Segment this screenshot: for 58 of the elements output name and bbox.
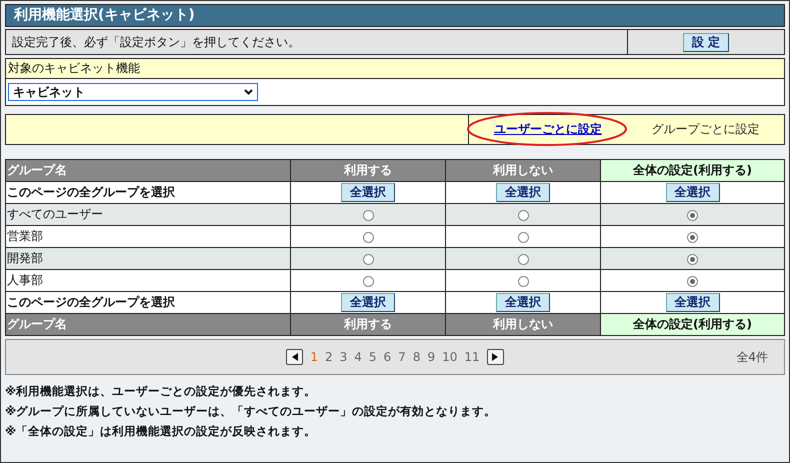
select-all-button[interactable]: 全選択 bbox=[496, 293, 550, 312]
column-header: 利用する bbox=[290, 314, 446, 336]
column-header: グループ名 bbox=[6, 314, 290, 336]
select-all-button[interactable]: 全選択 bbox=[496, 183, 550, 202]
radio-button[interactable] bbox=[518, 232, 528, 243]
row-label: このページの全グループを選択 bbox=[6, 292, 290, 314]
radio-button[interactable] bbox=[518, 276, 528, 287]
note-text: ※グループに所属していないユーザーは、「すべてのユーザー」の設定が有効となります。 bbox=[5, 403, 498, 420]
page-link[interactable]: 10 bbox=[442, 350, 458, 364]
radio-button[interactable] bbox=[518, 254, 528, 265]
column-header: 利用しない bbox=[446, 314, 600, 336]
select-all-button[interactable]: 全選択 bbox=[341, 293, 395, 312]
radio-button[interactable] bbox=[362, 210, 374, 221]
select-all-button[interactable]: 全選択 bbox=[666, 183, 720, 202]
radio-button[interactable] bbox=[362, 254, 374, 265]
page-link[interactable]: 4 bbox=[354, 350, 362, 364]
group-name: 開発部 bbox=[6, 248, 290, 270]
column-header: 全体の設定(利用する) bbox=[600, 160, 784, 182]
radio-button[interactable] bbox=[687, 254, 698, 265]
radio-button[interactable] bbox=[362, 276, 374, 287]
function-select[interactable]: キャビネット bbox=[8, 83, 258, 101]
page-link[interactable]: 5 bbox=[368, 350, 377, 364]
previous-icon bbox=[292, 353, 298, 361]
radio-button[interactable] bbox=[362, 232, 374, 243]
radio-button[interactable] bbox=[687, 210, 698, 221]
save-button[interactable]: 設 定 bbox=[682, 32, 730, 52]
column-header: グループ名 bbox=[6, 160, 290, 182]
group-name: すべてのユーザー bbox=[6, 204, 290, 226]
select-all-button[interactable]: 全選択 bbox=[341, 183, 395, 202]
page-link[interactable]: 8 bbox=[412, 350, 420, 364]
next-button[interactable] bbox=[486, 349, 504, 365]
page-link[interactable]: 2 bbox=[324, 350, 333, 364]
radio-button[interactable] bbox=[518, 210, 528, 221]
select-all-button[interactable]: 全選択 bbox=[666, 293, 720, 312]
page-link[interactable]: 1 bbox=[310, 350, 318, 364]
group-name: 人事部 bbox=[6, 270, 290, 292]
column-header: 利用する bbox=[290, 160, 446, 182]
radio-button[interactable] bbox=[687, 276, 698, 287]
row-label: このページの全グループを選択 bbox=[6, 182, 290, 204]
note-text: ※「全体の設定」は利用機能選択の設定が反映されます。 bbox=[5, 423, 318, 440]
radio-button[interactable] bbox=[687, 232, 698, 243]
column-header: 全体の設定(利用する) bbox=[600, 314, 784, 336]
page-link[interactable]: 9 bbox=[427, 350, 436, 364]
tab[interactable]: グループごとに設定 bbox=[651, 121, 760, 138]
field-label: 対象のキャビネット機能 bbox=[6, 59, 784, 79]
total-count: 全4件 bbox=[736, 348, 768, 366]
column-header: 利用しない bbox=[446, 160, 600, 182]
note-text: ※利用機能選択は、ユーザーごとの設定が優先されます。 bbox=[5, 383, 318, 400]
chevron-icon bbox=[244, 89, 253, 95]
page-link[interactable]: 3 bbox=[340, 350, 348, 364]
window-title: 利用機能選択(キャビネット) bbox=[5, 4, 785, 27]
notice-text: 設定完了後、必ず「設定ボタン」を押してください。 bbox=[6, 30, 628, 54]
page-link[interactable]: 7 bbox=[398, 350, 406, 364]
next-icon bbox=[492, 353, 498, 361]
group-name: 営業部 bbox=[6, 226, 290, 248]
page-link[interactable]: 11 bbox=[464, 350, 480, 364]
previous-button[interactable] bbox=[286, 349, 304, 365]
page-link[interactable]: 6 bbox=[384, 350, 392, 364]
